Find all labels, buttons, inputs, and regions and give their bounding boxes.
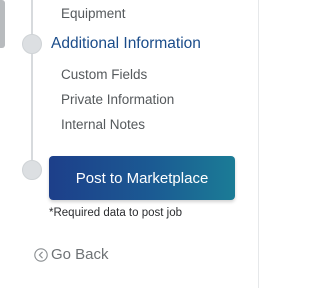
- step-subitem-custom-fields[interactable]: Custom Fields: [61, 67, 147, 82]
- panel-divider: [258, 0, 259, 288]
- step-title-additional-information[interactable]: Additional Information: [51, 35, 201, 53]
- step-subitem-internal-notes[interactable]: Internal Notes: [61, 117, 145, 132]
- stepper-panel: Equipment Additional Information Custom …: [0, 0, 258, 288]
- post-to-marketplace-button[interactable]: Post to Marketplace: [49, 156, 235, 200]
- scrollbar-thumb[interactable]: [0, 0, 5, 48]
- step-connector: [31, 54, 33, 160]
- step-marker-additional-information: [22, 34, 42, 54]
- go-back-link[interactable]: Go Back: [34, 246, 109, 263]
- step-subitem-equipment[interactable]: Equipment: [61, 6, 126, 21]
- required-data-note: *Required data to post job: [49, 207, 182, 219]
- go-back-label: Go Back: [51, 246, 109, 263]
- step-subitem-private-information[interactable]: Private Information: [61, 92, 174, 107]
- chevron-left-circle-icon: [34, 247, 48, 262]
- step-marker-post: [22, 160, 42, 180]
- step-connector: [31, 0, 33, 34]
